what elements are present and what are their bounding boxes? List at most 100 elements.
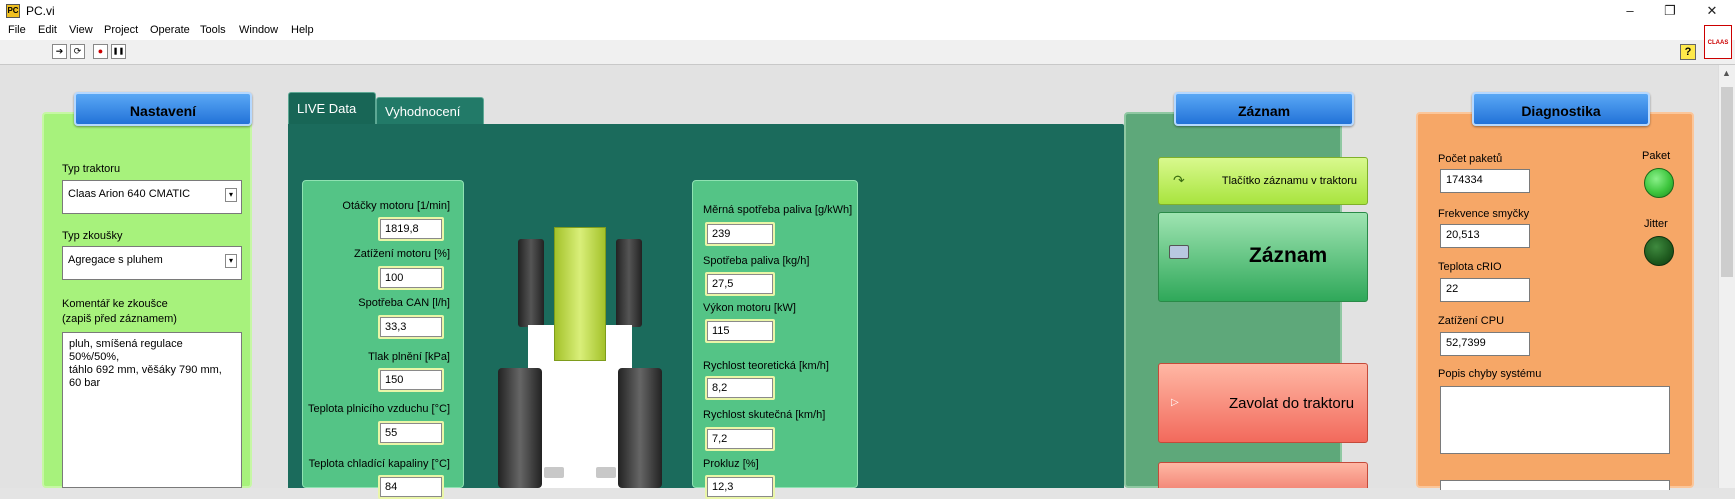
tractor-step-left — [544, 467, 564, 478]
system-error-display — [1440, 386, 1670, 454]
boost-pressure-value: 150 — [380, 370, 442, 390]
theoretical-speed-indicator: 8,2 — [705, 376, 775, 400]
record-button-label: Záznam — [1249, 244, 1328, 267]
window-title: PC.vi — [26, 4, 55, 18]
secondary-red-button[interactable] — [1158, 462, 1368, 488]
title-bar: PC PC.vi – ❐ ✕ — [0, 0, 1735, 22]
menu-project[interactable]: Project — [104, 24, 138, 36]
rpm-indicator: 1819,8 — [378, 217, 444, 241]
crio-temp-value: 22 — [1446, 283, 1459, 295]
packets-indicator: 174334 — [1440, 169, 1530, 193]
boost-pressure-indicator: 150 — [378, 368, 444, 392]
tractor-front-left-wheel — [518, 239, 544, 327]
loop-frequency-value: 20,513 — [1446, 229, 1480, 241]
actual-speed-indicator: 7,2 — [705, 427, 775, 451]
restore-button[interactable]: ❐ — [1650, 0, 1690, 22]
menu-help[interactable]: Help — [291, 24, 314, 36]
crio-temp-indicator: 22 — [1440, 278, 1530, 302]
nastaveni-header: Nastavení — [74, 92, 252, 126]
tractor-graphic — [490, 225, 670, 488]
tractor-step-right — [596, 467, 616, 478]
diagnostika-bottom-control — [1440, 480, 1670, 490]
minimize-button[interactable]: – — [1610, 0, 1650, 22]
run-continuously-icon[interactable]: ⟳ — [70, 44, 85, 59]
pause-icon[interactable]: ❚❚ — [111, 44, 126, 59]
paket-led-label: Paket — [1642, 150, 1671, 162]
hard-disk-icon — [1169, 245, 1189, 259]
menu-view[interactable]: View — [69, 24, 93, 36]
menu-window[interactable]: Window — [239, 24, 278, 36]
specific-fuel-value: 239 — [707, 224, 773, 244]
tractor-type-label: Typ traktoru — [62, 163, 121, 175]
comment-line: táhlo 692 mm, věšáky 790 mm, — [69, 364, 222, 376]
menu-edit[interactable]: Edit — [38, 24, 57, 36]
packets-value: 174334 — [1446, 174, 1483, 186]
fuel-consumption-indicator: 27,5 — [705, 272, 775, 296]
can-consumption-value: 33,3 — [380, 317, 442, 337]
scrollbar-thumb[interactable] — [1721, 87, 1733, 277]
charge-air-temp-indicator: 55 — [378, 421, 444, 445]
record-button[interactable]: Záznam — [1158, 212, 1368, 302]
comment-line: 60 bar — [69, 377, 101, 389]
specific-fuel-label: Měrná spotřeba paliva [g/kWh] — [703, 204, 853, 216]
claas-logo-icon: CLAAS — [1704, 25, 1732, 59]
scroll-up-icon[interactable]: ▲ — [1722, 68, 1731, 78]
test-type-label: Typ zkoušky — [62, 230, 123, 242]
engine-power-value: 115 — [707, 321, 773, 341]
specific-fuel-indicator: 239 — [705, 222, 775, 246]
tractor-type-value: Claas Arion 640 CMATIC — [68, 188, 191, 200]
context-help-icon[interactable]: ? — [1680, 44, 1696, 60]
jitter-led-label: Jitter — [1644, 218, 1668, 230]
loop-frequency-label: Frekvence smyčky — [1438, 208, 1530, 220]
vertical-scrollbar[interactable]: ▲ — [1718, 65, 1735, 488]
tab-vyhodnoceni[interactable]: Vyhodnocení — [376, 97, 484, 125]
rpm-label: Otáčky motoru [1/min] — [342, 200, 450, 212]
tractor-type-select[interactable]: Claas Arion 640 CMATIC ▾ — [62, 180, 242, 214]
chevron-down-icon[interactable]: ▾ — [225, 188, 237, 202]
close-button[interactable]: ✕ — [1692, 0, 1732, 22]
crio-temp-label: Teplota cRIO — [1438, 261, 1502, 273]
cpu-load-value: 52,7399 — [1446, 337, 1486, 349]
paket-led-icon — [1644, 168, 1674, 198]
engine-load-indicator: 100 — [378, 266, 444, 290]
packets-label: Počet paketů — [1438, 153, 1503, 165]
engine-load-value: 100 — [380, 268, 442, 288]
actual-speed-label: Rychlost skutečná [km/h] — [703, 409, 826, 421]
fuel-consumption-value: 27,5 — [707, 274, 773, 294]
loop-frequency-indicator: 20,513 — [1440, 224, 1530, 248]
rpm-value: 1819,8 — [380, 219, 442, 239]
menu-tools[interactable]: Tools — [200, 24, 226, 36]
tractor-rear-right-wheel — [618, 368, 662, 488]
menu-operate[interactable]: Operate — [150, 24, 190, 36]
test-type-value: Agregace s pluhem — [68, 254, 163, 266]
charge-air-temp-label: Teplota plnicího vzduchu [°C] — [308, 403, 450, 415]
slip-value: 12,3 — [707, 477, 773, 497]
run-arrow-icon[interactable]: ➔ — [52, 44, 67, 59]
slip-label: Prokluz [%] — [703, 458, 759, 470]
tractor-rear-left-wheel — [498, 368, 542, 488]
cpu-load-indicator: 52,7399 — [1440, 332, 1530, 356]
tab-live-data[interactable]: LIVE Data — [288, 92, 376, 125]
toolbar: ➔ ⟳ ● ❚❚ — [0, 40, 1735, 65]
coolant-temp-indicator: 84 — [378, 475, 444, 499]
menu-bar: File Edit View Project Operate Tools Win… — [0, 22, 1735, 40]
tractor-front-right-wheel — [616, 239, 642, 327]
test-type-select[interactable]: Agregace s pluhem ▾ — [62, 246, 242, 280]
chevron-down-icon[interactable]: ▾ — [225, 254, 237, 268]
system-error-label: Popis chyby systému — [1438, 368, 1542, 380]
zaznam-header: Záznam — [1174, 92, 1354, 126]
call-tractor-button[interactable]: ▷ Zavolat do traktoru — [1158, 363, 1368, 443]
record-arrow-icon: ↷ — [1173, 172, 1185, 188]
comment-label: Komentář ke zkoušce — [62, 298, 168, 310]
abort-icon[interactable]: ● — [93, 44, 108, 59]
actual-speed-value: 7,2 — [707, 429, 773, 449]
theoretical-speed-value: 8,2 — [707, 378, 773, 398]
fuel-consumption-label: Spotřeba paliva [kg/h] — [703, 255, 810, 267]
tractor-record-button[interactable]: ↷ Tlačítko záznamu v traktoru — [1158, 157, 1368, 205]
comment-textarea[interactable]: pluh, smíšená regulace 50%/50%, táhlo 69… — [62, 332, 242, 488]
can-consumption-label: Spotřeba CAN [l/h] — [358, 297, 450, 309]
theoretical-speed-label: Rychlost teoretická [km/h] — [703, 360, 829, 372]
play-triangle-icon: ▷ — [1171, 397, 1179, 408]
tractor-hood — [554, 227, 606, 361]
menu-file[interactable]: File — [8, 24, 26, 36]
